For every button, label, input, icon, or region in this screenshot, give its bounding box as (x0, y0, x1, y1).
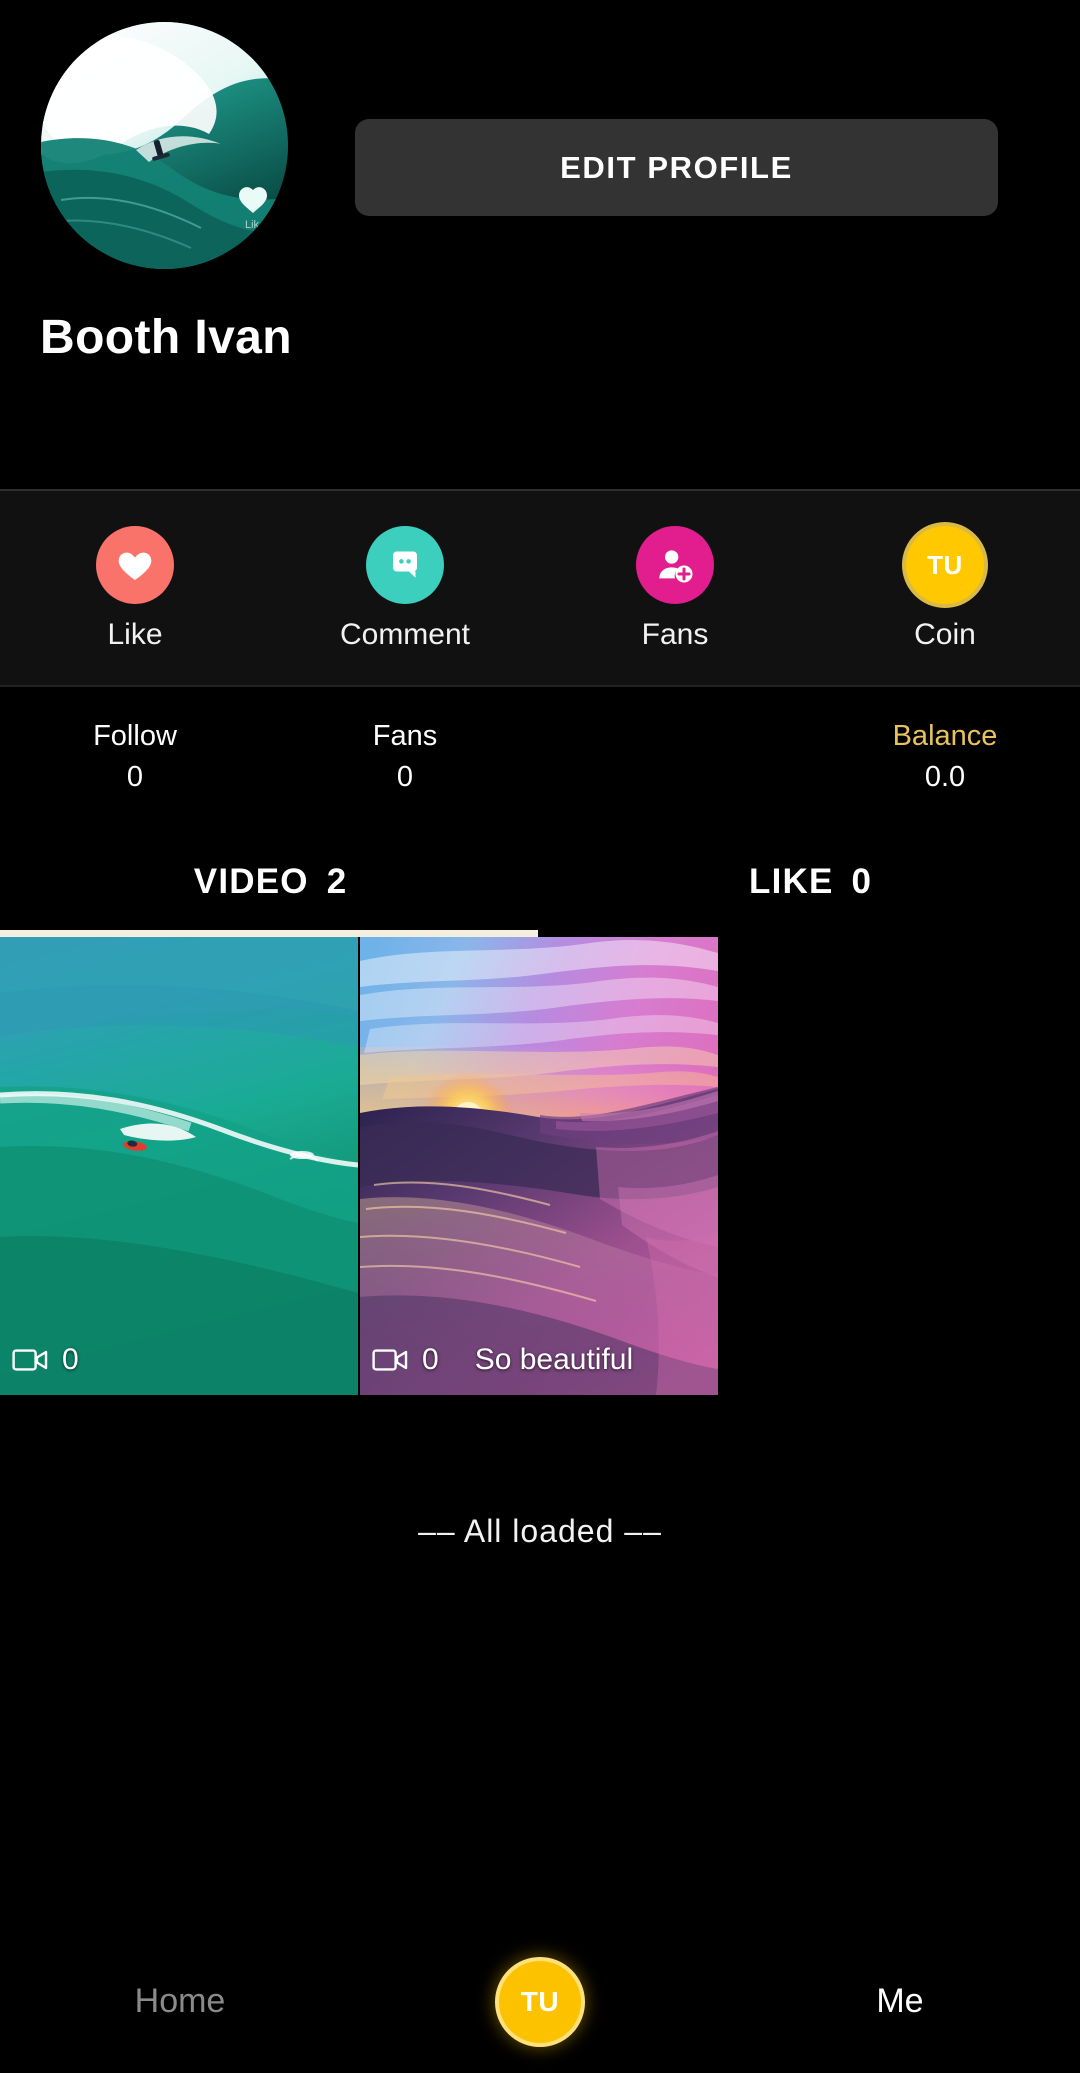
video-thumb-image-2 (360, 937, 718, 1395)
action-item-like[interactable]: Like (0, 526, 270, 652)
heart-icon (96, 526, 174, 604)
stat-empty (540, 753, 810, 761)
avatar-image: Lik (41, 22, 288, 269)
video-meta-2: 0 So beautiful (372, 1343, 633, 1377)
all-loaded-section: –– All loaded –– (0, 1395, 1080, 1930)
stat-fans-label: Fans (372, 720, 438, 752)
stat-fans-value: 0 (396, 761, 414, 793)
tab-video-count: 2 (326, 862, 347, 901)
action-label-like: Like (107, 618, 163, 651)
video-thumb-image-1 (0, 937, 358, 1395)
profile-display-name: Booth Ivan (40, 311, 292, 364)
avatar[interactable]: Lik (41, 22, 288, 269)
coin-icon: TU (906, 526, 984, 604)
tab-video[interactable]: VIDEO 2 (0, 827, 540, 937)
stat-balance[interactable]: Balance 0.0 (810, 720, 1080, 794)
bottom-navigation: Home TU Me (0, 1930, 1080, 2073)
tab-active-indicator (0, 930, 538, 937)
tab-like-label: LIKE (749, 862, 834, 901)
edit-profile-button[interactable]: EDIT PROFILE (355, 119, 998, 216)
profile-header: Lik EDIT PROFILE Booth Ivan (0, 0, 1080, 491)
stat-fans[interactable]: Fans 0 (270, 720, 540, 794)
video-view-count-2: 0 (422, 1343, 439, 1376)
nav-item-me[interactable]: Me (720, 1982, 1080, 2021)
coin-icon-label: TU (927, 549, 963, 580)
video-thumbnail-2[interactable]: 0 So beautiful (360, 937, 718, 1395)
stat-follow-label: Follow (93, 720, 177, 752)
action-label-comment: Comment (339, 618, 471, 651)
nav-item-home[interactable]: Home (0, 1982, 360, 2021)
stat-follow[interactable]: Follow 0 (0, 720, 270, 794)
nav-coin-label: TU (520, 1985, 560, 2017)
tab-like-count: 0 (851, 862, 871, 901)
video-grid: 0 0 So beautiful (0, 937, 1080, 1395)
coin-icon: TU (494, 1956, 585, 2047)
video-meta-1: 0 (12, 1343, 115, 1377)
stat-follow-value: 0 (126, 761, 144, 793)
tab-video-label: VIDEO (193, 862, 309, 901)
video-caption-2: So beautiful (474, 1343, 634, 1376)
all-loaded-text: –– All loaded –– (418, 1513, 662, 1549)
video-camera-icon (12, 1349, 48, 1371)
action-item-fans[interactable]: Fans (540, 526, 810, 652)
user-plus-icon (636, 526, 714, 604)
stat-balance-label: Balance (892, 720, 998, 752)
chat-icon (366, 526, 444, 604)
video-camera-icon (372, 1349, 408, 1371)
video-thumbnail-1[interactable]: 0 (0, 937, 358, 1395)
video-view-count-1: 0 (62, 1343, 79, 1376)
profile-screen: Lik EDIT PROFILE Booth Ivan Like Comment… (0, 0, 1080, 2073)
tab-like[interactable]: LIKE 0 (540, 827, 1080, 937)
content-tabs: VIDEO 2 LIKE 0 (0, 827, 1080, 937)
action-icon-row: Like Comment Fans TU Coin (0, 491, 1080, 687)
action-item-comment[interactable]: Comment (270, 526, 540, 652)
action-item-coin[interactable]: TU Coin (810, 526, 1080, 652)
svg-text:Lik: Lik (245, 219, 260, 231)
action-label-coin: Coin (914, 618, 976, 651)
nav-item-center[interactable]: TU (360, 1956, 720, 2047)
action-label-fans: Fans (641, 618, 709, 651)
stats-row: Follow 0 Fans 0 Balance 0.0 (0, 687, 1080, 827)
stat-balance-value: 0.0 (924, 761, 966, 793)
